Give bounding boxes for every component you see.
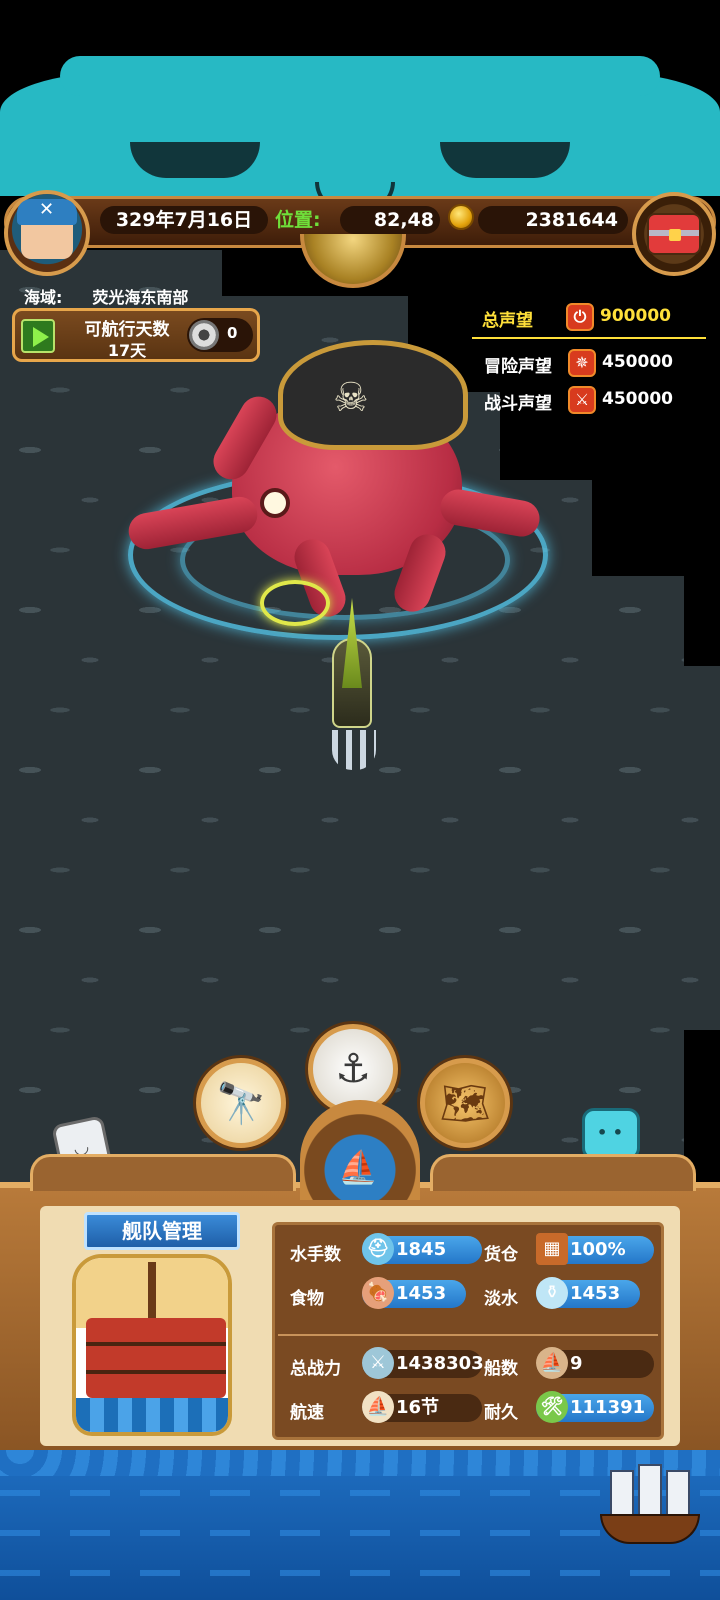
sail-speed-icon: ⛵ bbox=[362, 1391, 394, 1423]
cargo-stat: ▦ 100% bbox=[536, 1233, 654, 1265]
speed-value: 16节 bbox=[396, 1397, 440, 1418]
pirate-avatar-icon[interactable] bbox=[4, 190, 90, 276]
world-map-button[interactable]: 🗺 bbox=[420, 1058, 510, 1148]
token-counter[interactable]: 0 bbox=[187, 318, 253, 352]
spyglass-icon: 🔭 bbox=[216, 1080, 266, 1127]
position-label: 位置: bbox=[275, 209, 321, 231]
sailors-stat: ⛑ 1845 bbox=[362, 1233, 482, 1265]
token-count: 0 bbox=[227, 324, 238, 342]
world-map-icon: 🗺 bbox=[439, 1080, 491, 1127]
gold-amount: 2381644 bbox=[478, 206, 628, 234]
galleon-sail bbox=[610, 1470, 634, 1516]
reputation-emblem-icon: ⏻ bbox=[566, 303, 594, 331]
portrait-mast bbox=[148, 1262, 156, 1322]
player-ship[interactable] bbox=[320, 598, 384, 728]
voyage-days-value: 17天 bbox=[107, 341, 147, 360]
galleon-hull bbox=[600, 1514, 700, 1544]
divider bbox=[472, 337, 706, 339]
speed-label: 航速 bbox=[290, 1403, 324, 1423]
ocean-wave bbox=[0, 1570, 720, 1576]
ship-wake bbox=[332, 730, 376, 770]
token-icon bbox=[189, 320, 219, 350]
spyglass-button[interactable]: 🔭 bbox=[196, 1058, 286, 1148]
battle-reputation-value: 450000 bbox=[602, 389, 673, 409]
ship-wheel-icon: ✵ bbox=[568, 349, 596, 377]
cat-eye-icon bbox=[440, 142, 570, 178]
ships-label: 船数 bbox=[484, 1359, 518, 1379]
gold-coin-icon bbox=[448, 204, 474, 230]
sailor-icon: ⛑ bbox=[362, 1233, 394, 1265]
game-date: 329年7月16日 bbox=[100, 206, 268, 234]
galleon-sail bbox=[666, 1470, 690, 1516]
meat-icon: 🍖 bbox=[362, 1277, 394, 1309]
play-icon[interactable] bbox=[21, 319, 55, 353]
unexplored-fog bbox=[592, 480, 720, 576]
pirate-hat-icon: ☠ bbox=[278, 340, 468, 450]
warrior-icon: ⚔ bbox=[362, 1347, 394, 1379]
food-label: 食物 bbox=[290, 1289, 324, 1309]
power-stat: ⚔ 1438303 bbox=[362, 1347, 484, 1379]
cargo-value: 100% bbox=[570, 1239, 626, 1260]
cat-eye-icon bbox=[130, 142, 260, 178]
water-value: 1453 bbox=[570, 1283, 621, 1304]
total-reputation-value: 900000 bbox=[600, 306, 671, 326]
portrait-deck bbox=[86, 1318, 226, 1398]
cat-face-banner bbox=[0, 56, 720, 234]
cargo-crate-icon: ▦ bbox=[536, 1233, 568, 1265]
treasure-chest-icon[interactable] bbox=[632, 192, 716, 276]
ships-stat: ⛵ 9 bbox=[536, 1347, 654, 1379]
skull-icon: ☠ bbox=[333, 375, 369, 421]
octopus-eye bbox=[260, 488, 290, 518]
sea-area-label: 海域: bbox=[24, 288, 63, 307]
crossed-swords-icon: ⚔ bbox=[568, 386, 596, 414]
water-jug-icon: ⚱ bbox=[536, 1277, 568, 1309]
total-reputation-label: 总声望 bbox=[482, 311, 533, 331]
food-value: 1453 bbox=[396, 1283, 447, 1304]
adventure-reputation-label: 冒险声望 bbox=[484, 357, 552, 377]
cyan-cat-mascot[interactable] bbox=[582, 1108, 640, 1160]
power-label: 总战力 bbox=[290, 1359, 341, 1379]
durability-stat: 🛠 111391 bbox=[536, 1391, 654, 1423]
speed-stat: ⛵ 16节 bbox=[362, 1391, 482, 1423]
fleet-management-button[interactable]: 舰队管理 bbox=[84, 1212, 240, 1250]
portrait-waves bbox=[76, 1398, 228, 1432]
galleon-icon[interactable] bbox=[600, 1464, 700, 1546]
sailors-label: 水手数 bbox=[290, 1245, 341, 1265]
sailing-ship-icon: ⛵ bbox=[338, 1148, 378, 1186]
food-stat: 🍖 1453 bbox=[362, 1277, 466, 1309]
divider bbox=[278, 1334, 658, 1336]
cargo-label: 货仓 bbox=[484, 1245, 518, 1265]
sailors-value: 1845 bbox=[396, 1239, 447, 1260]
power-value: 1438303 bbox=[396, 1353, 484, 1374]
flagship-portrait[interactable] bbox=[72, 1254, 232, 1436]
durability-value: 111391 bbox=[570, 1397, 646, 1418]
water-label: 淡水 bbox=[484, 1289, 518, 1309]
ships-value: 9 bbox=[570, 1353, 583, 1374]
durability-label: 耐久 bbox=[484, 1403, 518, 1423]
voyage-days-panel: 可航行天数 17天 0 bbox=[12, 308, 260, 362]
ship-count-icon: ⛵ bbox=[536, 1347, 568, 1379]
sea-area-name: 荧光海东南部 bbox=[92, 288, 189, 307]
position-value: 82,48 bbox=[340, 206, 440, 234]
sea-area: 海域: 荧光海东南部 bbox=[24, 284, 188, 308]
anchor-icon: ⚓ bbox=[335, 1046, 371, 1092]
repair-icon: 🛠 bbox=[536, 1391, 568, 1423]
unexplored-fog bbox=[684, 576, 720, 666]
battle-reputation-label: 战斗声望 bbox=[484, 394, 552, 414]
water-stat: ⚱ 1453 bbox=[536, 1277, 640, 1309]
adventure-reputation-value: 450000 bbox=[602, 352, 673, 372]
galleon-sail bbox=[638, 1464, 662, 1516]
